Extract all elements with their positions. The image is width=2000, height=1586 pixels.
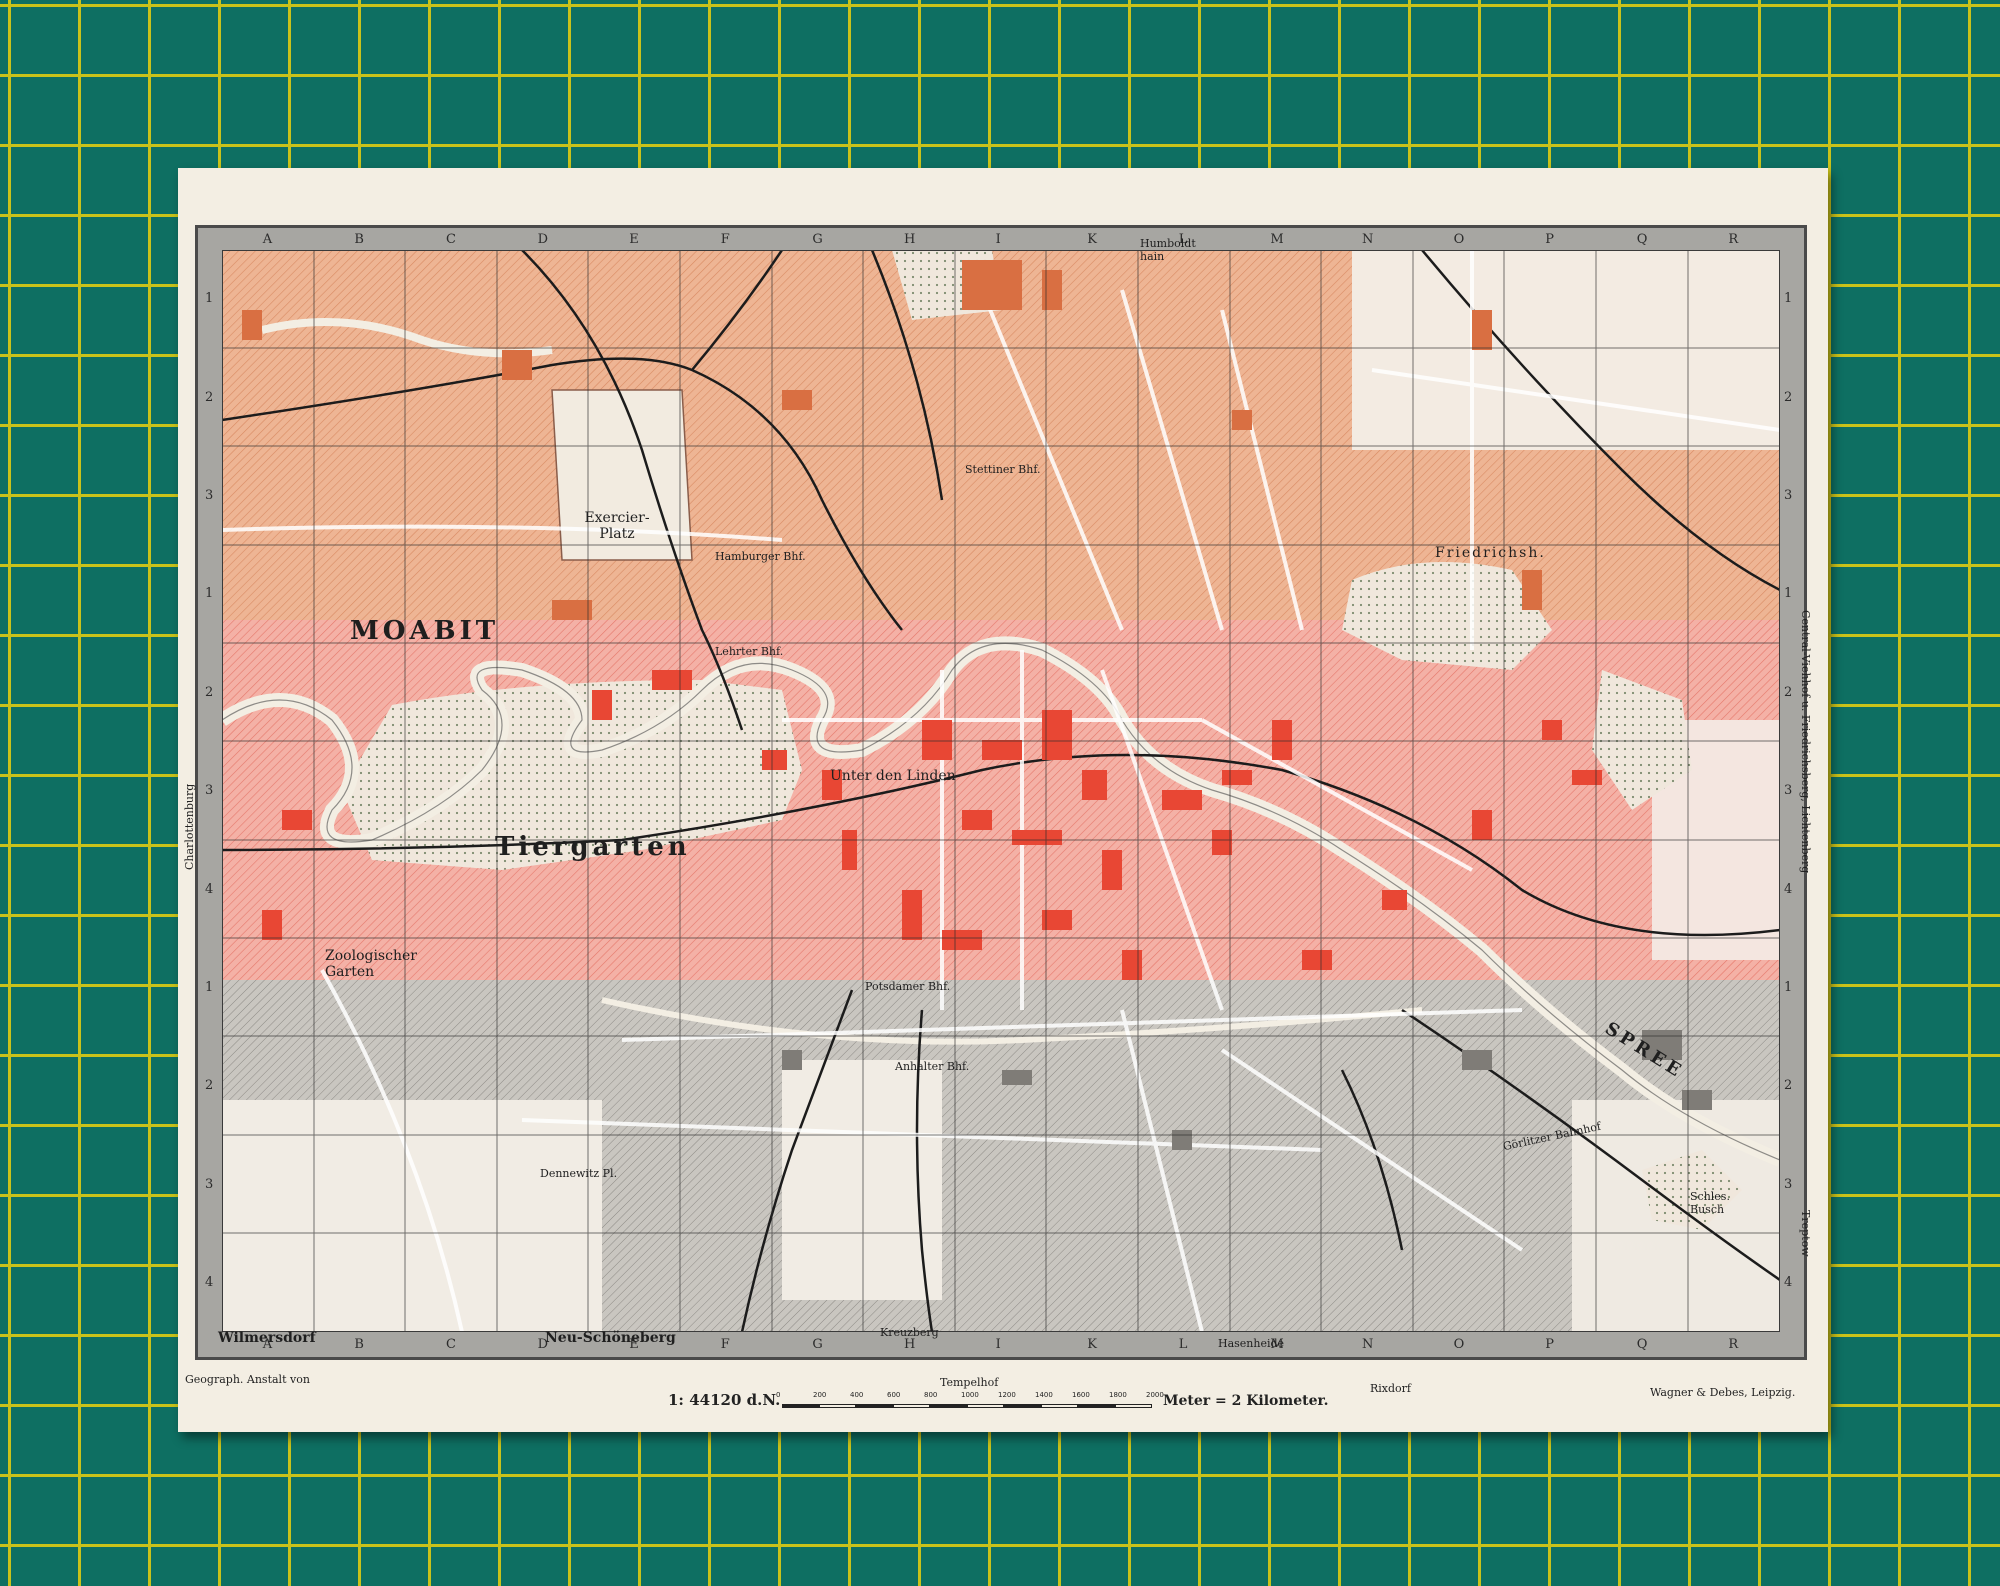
scale-ratio: 1: 44120 d.N. <box>668 1391 781 1409</box>
publisher-left: Geograph. Anstalt von <box>185 1373 310 1386</box>
scale-segment <box>1115 1404 1152 1408</box>
scale-tick-label: 1000 <box>961 1391 979 1399</box>
scale-tick-label: 2000 <box>1146 1391 1164 1399</box>
scale-tick-label: 1600 <box>1072 1391 1090 1399</box>
publisher-right: Wagner & Debes, Leipzig. <box>1650 1386 1796 1399</box>
label-rixdorf: Rixdorf <box>1370 1382 1411 1395</box>
berlin-map <box>222 250 1780 1332</box>
scale-segment <box>1041 1404 1078 1408</box>
scale-tick-label: 1800 <box>1109 1391 1127 1399</box>
scale-tick-label: 400 <box>850 1391 864 1399</box>
scale-segment <box>819 1404 856 1408</box>
scale-tick-label: 800 <box>924 1391 938 1399</box>
scale-segment <box>856 1404 893 1408</box>
scale-tick-label: 1400 <box>1035 1391 1053 1399</box>
scale-bar: 0 200 400 600 800 1000 1200 1400 1600 1800 2000 <box>776 1391 1164 1413</box>
scale-segment <box>1078 1404 1115 1408</box>
scale-segment <box>1004 1404 1041 1408</box>
scale-segment <box>782 1404 819 1408</box>
scale-tick-label: 0 <box>776 1391 781 1399</box>
scale-tick-label: 600 <box>887 1391 901 1399</box>
scale-segment <box>893 1404 930 1408</box>
label-tempelhof: Tempelhof <box>940 1376 999 1389</box>
scale-segment <box>930 1404 967 1408</box>
scale-tick-label: 1200 <box>998 1391 1016 1399</box>
scale-unit: Meter = 2 Kilometer. <box>1163 1393 1329 1409</box>
scale-tick-label: 200 <box>813 1391 827 1399</box>
scale-segment <box>967 1404 1004 1408</box>
